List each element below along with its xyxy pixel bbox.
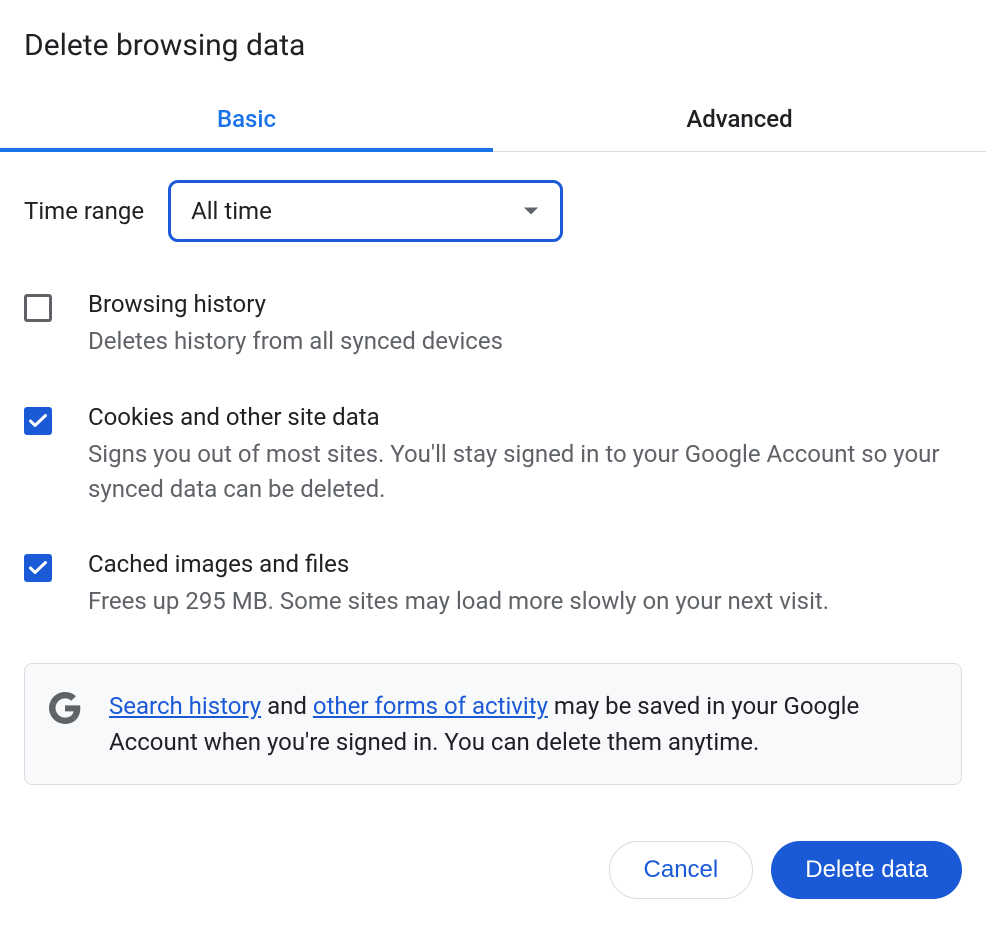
option-desc: Frees up 295 MB. Some sites may load mor…: [88, 584, 962, 619]
option-desc: Deletes history from all synced devices: [88, 324, 962, 359]
dialog-content: Time range All time Browsing history Del…: [0, 152, 986, 785]
tabs-container: Basic Advanced: [0, 87, 986, 152]
time-range-select[interactable]: All time: [168, 180, 563, 242]
link-search-history[interactable]: Search history: [109, 692, 261, 720]
cancel-button[interactable]: Cancel: [609, 841, 754, 899]
option-title: Browsing history: [88, 290, 962, 318]
check-icon: [29, 561, 47, 575]
info-box: Search history and other forms of activi…: [24, 663, 962, 785]
option-cookies: Cookies and other site data Signs you ou…: [24, 403, 962, 507]
checkbox-browsing-history[interactable]: [24, 294, 52, 322]
info-text: Search history and other forms of activi…: [109, 688, 937, 760]
caret-down-icon: [524, 208, 538, 215]
check-icon: [29, 414, 47, 428]
option-text: Cached images and files Frees up 295 MB.…: [88, 550, 962, 619]
tab-basic[interactable]: Basic: [0, 87, 493, 151]
dialog-title: Delete browsing data: [0, 0, 986, 87]
checkbox-cookies[interactable]: [24, 407, 52, 435]
option-title: Cookies and other site data: [88, 403, 962, 431]
option-cache: Cached images and files Frees up 295 MB.…: [24, 550, 962, 619]
link-other-activity[interactable]: other forms of activity: [313, 692, 548, 720]
option-text: Cookies and other site data Signs you ou…: [88, 403, 962, 507]
option-browsing-history: Browsing history Deletes history from al…: [24, 290, 962, 359]
time-range-row: Time range All time: [24, 180, 962, 242]
delete-data-button[interactable]: Delete data: [771, 841, 962, 899]
google-icon: [49, 692, 81, 728]
option-title: Cached images and files: [88, 550, 962, 578]
time-range-value: All time: [191, 197, 272, 225]
tab-advanced[interactable]: Advanced: [493, 87, 986, 151]
checkbox-cache[interactable]: [24, 554, 52, 582]
option-text: Browsing history Deletes history from al…: [88, 290, 962, 359]
time-range-label: Time range: [24, 197, 144, 225]
option-desc: Signs you out of most sites. You'll stay…: [88, 437, 962, 507]
button-row: Cancel Delete data: [0, 785, 986, 923]
